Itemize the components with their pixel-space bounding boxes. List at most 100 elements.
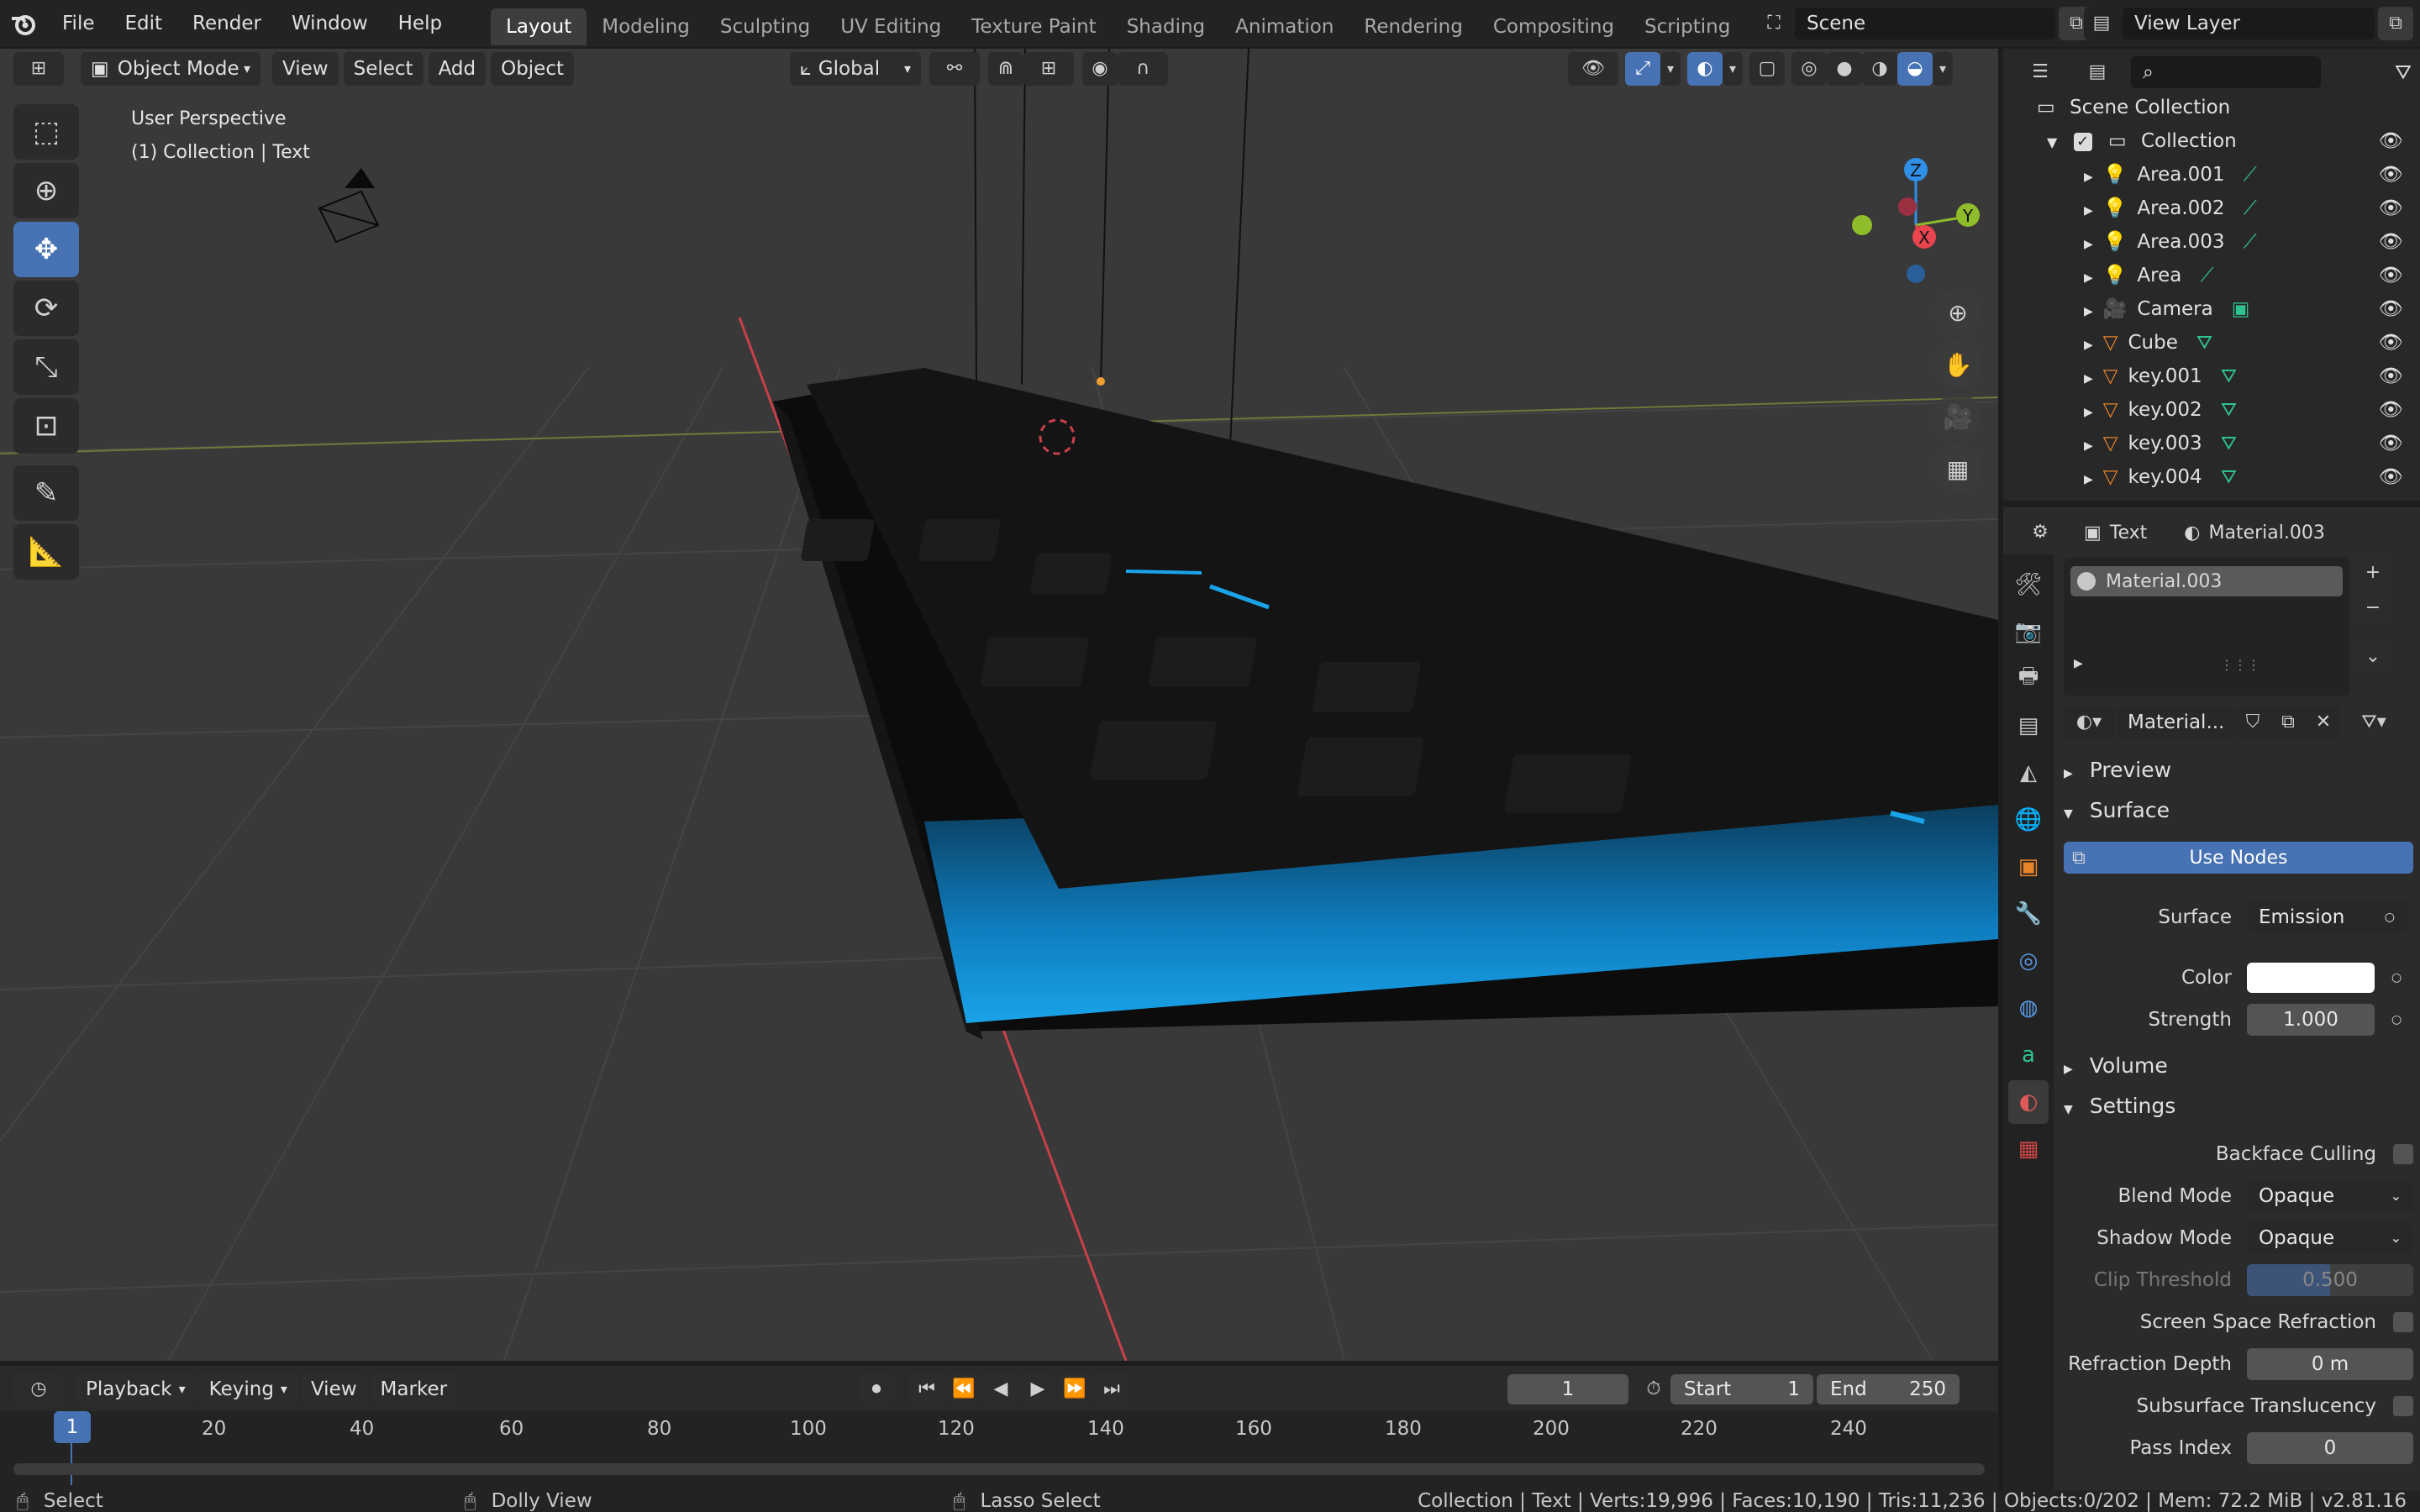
end-frame-field[interactable]: End 250 — [1817, 1374, 1960, 1404]
backface-culling-checkbox[interactable] — [2393, 1144, 2413, 1164]
rotate-tool-icon[interactable]: ⟳ — [13, 281, 79, 336]
outliner-item[interactable]: ▶ ▽ key.003 ⛛ 👁 — [2003, 427, 2420, 460]
timeline-scrollbar[interactable] — [13, 1463, 1985, 1475]
expand-arrow-icon[interactable]: ▶ — [2084, 439, 2093, 453]
start-frame-field[interactable]: Start 1 — [1670, 1374, 1813, 1404]
visibility-eye-icon[interactable]: 👁 — [2379, 124, 2403, 158]
add-slot-plus-icon[interactable]: + — [2356, 558, 2390, 588]
outliner-item[interactable]: ▶ 💡 Area.002 ⟋ 👁 — [2003, 192, 2420, 225]
expand-arrow-icon[interactable]: ▶ — [2074, 657, 2083, 670]
wireframe-shading-icon[interactable]: ◎ — [1791, 52, 1827, 86]
timeline-menu-view[interactable]: View — [300, 1373, 367, 1406]
timeline-menu-marker[interactable]: Marker — [370, 1373, 458, 1406]
outliner-item[interactable]: ▶ ▽ key.004 ⛛ 👁 — [2003, 460, 2420, 494]
solid-shading-icon[interactable]: ● — [1827, 52, 1862, 86]
duplicate-material-icon[interactable]: ⧉ — [2270, 706, 2306, 739]
pivot-point-icon[interactable]: ⚯ — [929, 52, 980, 86]
chevron-down-icon[interactable]: ▾ — [1933, 52, 1953, 86]
refraction-depth-field[interactable]: 0 m — [2247, 1348, 2413, 1380]
expand-arrow-icon[interactable]: ▶ — [2084, 271, 2093, 285]
scene-tab-icon[interactable]: ◭ — [2008, 751, 2049, 795]
outliner-item[interactable]: ▶ 💡 Area.001 ⟋ 👁 — [2003, 158, 2420, 192]
xray-toggle-icon[interactable]: ▢ — [1749, 52, 1785, 86]
expand-arrow-icon[interactable]: ▶ — [2084, 171, 2093, 184]
collection-checkbox[interactable]: ✓ — [2073, 132, 2092, 151]
viewport-menu-view[interactable]: View — [272, 52, 339, 86]
scene-collection-row[interactable]: ▭ Scene Collection — [2003, 91, 2420, 124]
light-data-icon[interactable]: ⟋ — [2244, 231, 2257, 253]
jump-start-icon[interactable]: ⏮ — [909, 1373, 944, 1406]
falloff-curve-icon[interactable]: ∩ — [1118, 52, 1168, 86]
tab-modeling[interactable]: Modeling — [587, 8, 705, 45]
menu-window[interactable]: Window — [276, 0, 383, 47]
keying-dropdown[interactable]: Keying ▾ — [198, 1373, 297, 1406]
render-tab-icon[interactable]: 📷 — [2008, 610, 2049, 654]
visibility-eye-icon[interactable]: 👁 — [2379, 259, 2403, 292]
record-icon[interactable]: ⏺ — [859, 1373, 894, 1406]
link-target-icon[interactable]: ⛛▾ — [2356, 706, 2391, 739]
view-layer-field[interactable]: View Layer — [2123, 8, 2375, 39]
snap-increment-icon[interactable]: ⊞ — [1023, 52, 1074, 86]
socket-dot-icon[interactable]: ○ — [2391, 971, 2402, 984]
tab-sculpting[interactable]: Sculpting — [705, 8, 825, 45]
play-icon[interactable]: ▶ — [1020, 1373, 1055, 1406]
current-frame-field[interactable]: 1 — [1507, 1374, 1628, 1404]
surface-section-header[interactable]: ▼ Surface — [2064, 791, 2170, 830]
material-tab-icon[interactable]: ◐ — [2008, 1080, 2049, 1124]
particles-tab-icon[interactable]: ◎ — [2008, 939, 2049, 983]
visibility-eye-icon[interactable]: 👁 — [2379, 360, 2403, 393]
visibility-eye-icon[interactable]: 👁 — [2379, 460, 2403, 494]
visibility-eye-icon[interactable]: 👁 — [2379, 393, 2403, 427]
blender-logo-icon[interactable] — [0, 0, 47, 47]
expand-arrow-icon[interactable]: ▶ — [2084, 339, 2093, 352]
playback-dropdown[interactable]: Playback ▾ — [76, 1373, 196, 1406]
ortho-grid-icon[interactable]: ▦ — [1934, 445, 1981, 492]
outliner-item[interactable]: ▶ ▽ key.001 ⛛ 👁 — [2003, 360, 2420, 393]
timeline-track-area[interactable]: 1 20 40 60 80 100 120 140 160 180 200 22… — [0, 1411, 1998, 1490]
zoom-magnifier-icon[interactable]: ⊕ — [1934, 289, 1981, 336]
mode-dropdown[interactable]: ▣ Object Mode ▾ — [81, 52, 260, 86]
ssr-checkbox[interactable] — [2393, 1312, 2413, 1332]
annotate-tool-icon[interactable]: ✎ — [13, 465, 79, 521]
unlink-material-close-icon[interactable]: ✕ — [2306, 706, 2341, 739]
preview-section-header[interactable]: ▶ Preview — [2064, 751, 2171, 790]
pass-index-field[interactable]: 0 — [2247, 1432, 2413, 1464]
use-nodes-button[interactable]: ⧉ Use Nodes — [2064, 842, 2413, 874]
light-data-icon[interactable]: ⟋ — [2200, 265, 2213, 286]
timeline-editor[interactable]: ◷ Playback ▾ Keying ▾ View Marker ⏺ ⏮ ⏪ … — [0, 1366, 1998, 1490]
scale-tool-icon[interactable]: ⤡ — [13, 339, 79, 395]
visibility-eye-icon[interactable]: 👁 — [2379, 292, 2403, 326]
visibility-eye-icon[interactable]: 👁 — [2379, 158, 2403, 192]
menu-render[interactable]: Render — [177, 0, 276, 47]
color-swatch[interactable] — [2247, 963, 2375, 993]
visibility-eye-icon[interactable]: 👁 — [2379, 225, 2403, 259]
scene-name-field[interactable]: Scene — [1795, 8, 2055, 39]
object-tab-icon[interactable]: ▣ — [2008, 845, 2049, 889]
outliner[interactable]: ☰ ▤ ⌕ ⛛ ▭ Scene Collection ▼ ✓ ▭ Collect… — [2003, 49, 2420, 501]
select-box-tool-icon[interactable]: ⬚ — [13, 104, 79, 160]
jump-end-icon[interactable]: ⏭ — [1094, 1373, 1129, 1406]
jump-next-keyframe-icon[interactable]: ⏩ — [1057, 1373, 1092, 1406]
resize-grip-icon[interactable]: ⋮⋮⋮ — [2220, 657, 2260, 673]
context-object-name[interactable]: Text — [2110, 522, 2148, 543]
menu-edit[interactable]: Edit — [110, 0, 178, 47]
outliner-item[interactable]: ▶ 💡 Area ⟋ 👁 — [2003, 259, 2420, 292]
stopwatch-icon[interactable]: ⏱ — [1637, 1373, 1670, 1406]
visibility-eye-icon[interactable]: 👁 — [2379, 427, 2403, 460]
tab-animation[interactable]: Animation — [1220, 8, 1349, 45]
slot-specials-chevron-icon[interactable]: ⌄ — [2356, 642, 2390, 672]
expand-arrow-icon[interactable]: ▶ — [2084, 406, 2093, 419]
timeline-editor-type-icon[interactable]: ◷ — [13, 1373, 64, 1406]
collection-row[interactable]: ▼ ✓ ▭ Collection 👁 — [2003, 124, 2420, 158]
expand-arrow-icon[interactable]: ▶ — [2084, 238, 2093, 251]
context-material-name[interactable]: Material.003 — [2209, 522, 2325, 543]
tab-layout[interactable]: Layout — [491, 8, 587, 45]
outliner-item[interactable]: ▶ ▽ key.002 ⛛ 👁 — [2003, 393, 2420, 427]
camera-data-icon[interactable]: ▣ — [2232, 298, 2250, 320]
browse-material-icon[interactable]: ◐▾ — [2064, 706, 2114, 739]
mesh-data-icon[interactable]: ⛛ — [2221, 433, 2237, 454]
viewport-menu-add[interactable]: Add — [428, 52, 487, 86]
menu-help[interactable]: Help — [383, 0, 457, 47]
mesh-data-icon[interactable]: ⛛ — [2221, 466, 2237, 488]
proportional-edit-icon[interactable]: ◉ — [1082, 52, 1118, 86]
